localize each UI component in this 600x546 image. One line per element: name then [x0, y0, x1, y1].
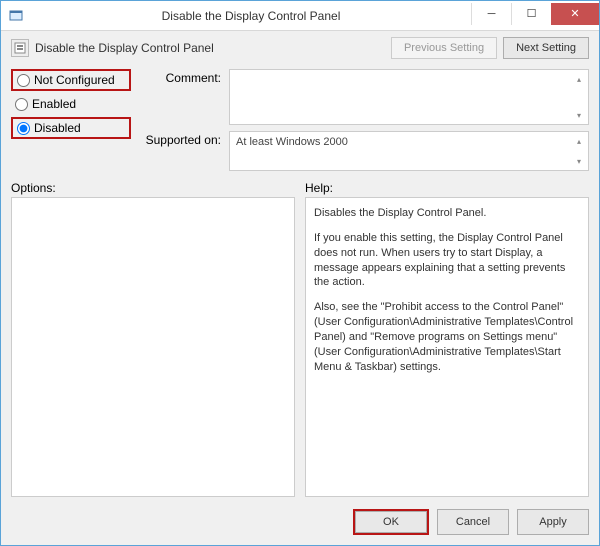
next-setting-button[interactable]: Next Setting [503, 37, 589, 59]
scroll-up-icon[interactable]: ▴ [572, 134, 586, 148]
comment-input[interactable]: ▴ ▾ [229, 69, 589, 125]
help-label: Help: [305, 181, 589, 195]
comment-field-row: Comment: ▴ ▾ [141, 69, 589, 125]
options-label: Options: [11, 181, 295, 195]
ok-highlight: OK [353, 509, 429, 535]
policy-icon [11, 39, 29, 57]
ok-button[interactable]: OK [355, 511, 427, 533]
panels-area: Options: Help: Disables the Display Cont… [11, 181, 589, 497]
right-fields: Comment: ▴ ▾ Supported on: At least Wind… [141, 69, 589, 171]
radio-disabled[interactable] [17, 122, 30, 135]
supported-display: At least Windows 2000 ▴ ▾ [229, 131, 589, 171]
radio-not-configured-label: Not Configured [34, 73, 115, 87]
supported-label: Supported on: [141, 131, 221, 147]
comment-label: Comment: [141, 69, 221, 85]
previous-setting-button[interactable]: Previous Setting [391, 37, 497, 59]
cancel-button[interactable]: Cancel [437, 509, 509, 535]
dialog-buttons: OK Cancel Apply [11, 509, 589, 535]
radio-disabled-label: Disabled [34, 121, 81, 135]
radio-not-configured-row[interactable]: Not Configured [11, 69, 131, 91]
window-controls: ─ ☐ ✕ [471, 3, 599, 25]
maximize-button[interactable]: ☐ [511, 3, 551, 25]
help-panel: Help: Disables the Display Control Panel… [305, 181, 589, 497]
supported-value: At least Windows 2000 [236, 136, 348, 148]
help-text-p3: Also, see the "Prohibit access to the Co… [314, 300, 580, 374]
help-text-p2: If you enable this setting, the Display … [314, 231, 580, 290]
help-text-p1: Disables the Display Control Panel. [314, 206, 580, 221]
window-title: Disable the Display Control Panel [31, 9, 471, 23]
nav-buttons: Previous Setting Next Setting [391, 37, 589, 59]
radio-enabled-label: Enabled [32, 97, 76, 111]
radio-not-configured[interactable] [17, 74, 30, 87]
window-icon [1, 9, 31, 23]
policy-header: Disable the Display Control Panel Previo… [11, 37, 589, 59]
minimize-button[interactable]: ─ [471, 3, 511, 25]
policy-editor-window: Disable the Display Control Panel ─ ☐ ✕ … [0, 0, 600, 546]
close-button[interactable]: ✕ [551, 3, 599, 25]
supported-field-row: Supported on: At least Windows 2000 ▴ ▾ [141, 131, 589, 171]
top-config-area: Not Configured Enabled Disabled Comment:… [11, 69, 589, 171]
scroll-down-icon[interactable]: ▾ [572, 154, 586, 168]
scroll-down-icon[interactable]: ▾ [572, 108, 586, 122]
help-box: Disables the Display Control Panel. If y… [305, 197, 589, 497]
radio-disabled-row[interactable]: Disabled [11, 117, 131, 139]
options-box [11, 197, 295, 497]
content-area: Disable the Display Control Panel Previo… [1, 31, 599, 545]
apply-button[interactable]: Apply [517, 509, 589, 535]
options-panel: Options: [11, 181, 295, 497]
policy-title: Disable the Display Control Panel [35, 41, 385, 55]
state-radio-group: Not Configured Enabled Disabled [11, 69, 131, 171]
radio-enabled-row[interactable]: Enabled [11, 95, 131, 113]
scroll-up-icon[interactable]: ▴ [572, 72, 586, 86]
titlebar[interactable]: Disable the Display Control Panel ─ ☐ ✕ [1, 1, 599, 31]
radio-enabled[interactable] [15, 98, 28, 111]
